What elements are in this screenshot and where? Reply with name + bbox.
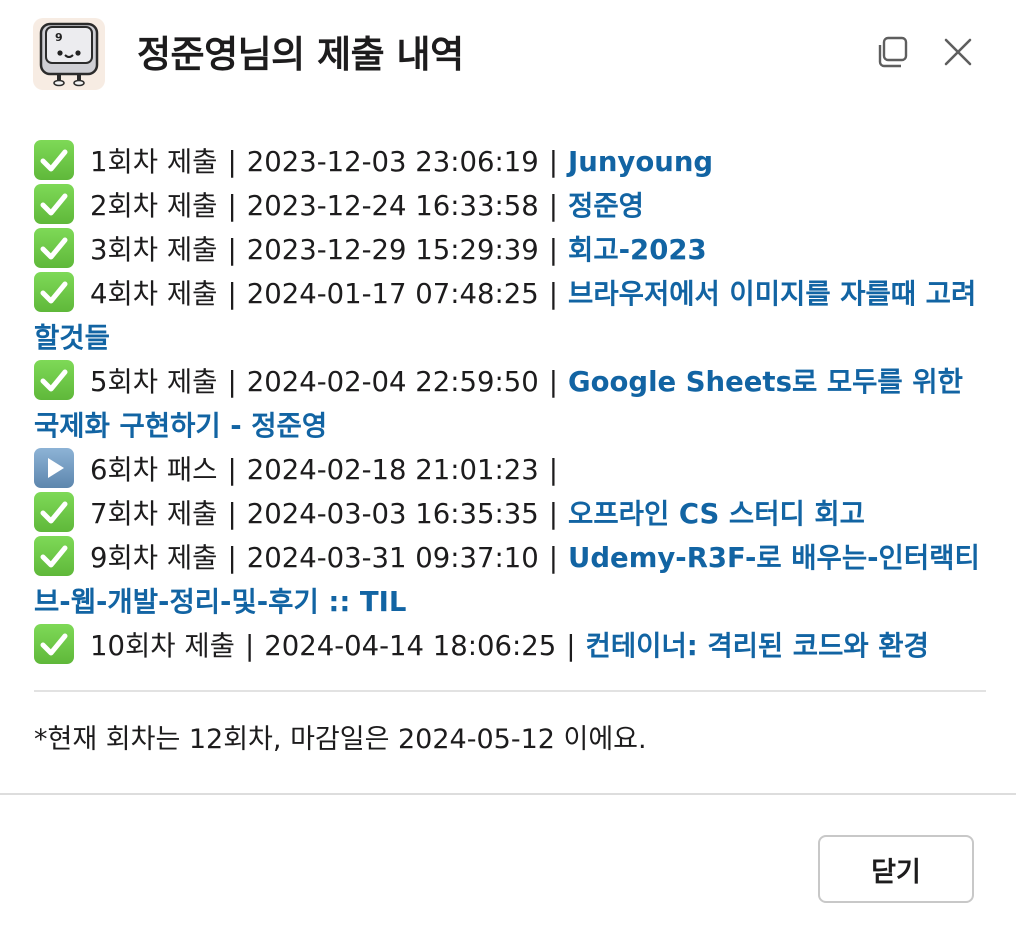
entry-datetime: 2023-12-03 23:06:19 <box>246 146 539 178</box>
entry-round: 3회차 제출 <box>90 234 218 266</box>
separator: | <box>548 498 559 530</box>
entry-round: 10회차 제출 <box>90 630 235 662</box>
entry-round: 4회차 제출 <box>90 278 218 310</box>
submission-history-modal: 9 정준영님의 제출 내역 1회차 제출 | 2023-12-03 23:06:… <box>0 0 1016 938</box>
separator: | <box>548 234 559 266</box>
submission-entry: 6회차 패스 | 2024-02-18 21:01:23 | <box>34 448 986 492</box>
entry-round: 5회차 제출 <box>90 366 218 398</box>
entry-datetime: 2024-04-14 18:06:25 <box>264 630 557 662</box>
separator: | <box>548 278 559 310</box>
check-mark-icon <box>34 624 74 664</box>
close-icon <box>941 35 975 73</box>
separator: | <box>566 630 576 662</box>
entry-post-link[interactable]: 컨테이너: 격리된 코드와 환경 <box>586 630 929 662</box>
entry-round: 6회차 패스 <box>90 454 218 486</box>
entry-datetime: 2023-12-24 16:33:58 <box>246 190 539 222</box>
deadline-note: *현재 회차는 12회차, 마감일은 2024-05-12 이에요. <box>34 724 647 755</box>
submission-entry: 4회차 제출 | 2024-01-17 07:48:25 | 브라우저에서 이미지를 자… <box>34 272 986 360</box>
submission-entry: 2회차 제출 | 2023-12-24 16:33:58 | 정준영 <box>34 184 986 228</box>
check-mark-icon <box>34 492 74 532</box>
entry-post-link[interactable]: 정준영 <box>568 190 644 222</box>
entry-round: 9회차 제출 <box>90 542 218 574</box>
entry-datetime: 2024-02-18 21:01:23 <box>246 454 539 486</box>
close-x-button[interactable] <box>938 34 978 74</box>
play-pass-icon <box>34 448 74 488</box>
check-mark-icon <box>34 536 74 576</box>
check-mark-icon <box>34 184 74 224</box>
entry-round: 2회차 제출 <box>90 190 218 222</box>
footer-divider <box>0 793 1016 795</box>
separator: | <box>227 366 237 398</box>
entry-round: 1회차 제출 <box>90 146 218 178</box>
entry-post-link[interactable]: Junyoung <box>568 146 713 178</box>
check-mark-icon <box>34 140 74 180</box>
submission-entry: 3회차 제출 | 2023-12-29 15:29:39 | 회고-2023 <box>34 228 986 272</box>
svg-text:9: 9 <box>55 31 63 44</box>
check-mark-icon <box>34 272 74 312</box>
check-mark-icon <box>34 360 74 400</box>
submission-entry: 5회차 제출 | 2024-02-04 22:59:50 | Google Sheets… <box>34 360 986 448</box>
separator: | <box>227 234 237 266</box>
separator: | <box>227 498 237 530</box>
submission-entry: 1회차 제출 | 2023-12-03 23:06:19 | Junyoung <box>34 140 986 184</box>
submission-entry: 7회차 제출 | 2024-03-03 16:35:35 | 오프라인 CS 스터디 회… <box>34 492 986 536</box>
entry-post-link[interactable]: 회고-2023 <box>568 234 707 266</box>
separator: | <box>227 146 237 178</box>
modal-header: 9 정준영님의 제출 내역 <box>0 0 1016 110</box>
submission-list: 1회차 제출 | 2023-12-03 23:06:19 | Junyoung 2회차 제… <box>34 140 986 668</box>
separator: | <box>227 278 237 310</box>
entry-datetime: 2024-03-31 09:37:10 <box>246 542 539 574</box>
entry-post-link[interactable]: 오프라인 CS 스터디 회고 <box>568 498 865 530</box>
copy-button[interactable] <box>872 34 912 74</box>
check-mark-icon <box>34 228 74 268</box>
copy-icon <box>874 34 910 74</box>
separator: | <box>227 454 237 486</box>
separator: | <box>548 366 559 398</box>
entry-datetime: 2023-12-29 15:29:39 <box>246 234 539 266</box>
separator: | <box>548 190 559 222</box>
modal-title: 정준영님의 제출 내역 <box>137 33 464 76</box>
separator: | <box>548 454 559 486</box>
separator: | <box>227 542 237 574</box>
submission-entry: 9회차 제출 | 2024-03-31 09:37:10 | Udemy-R3F-로 배… <box>34 536 986 624</box>
divider <box>34 690 986 692</box>
entry-datetime: 2024-01-17 07:48:25 <box>246 278 539 310</box>
separator: | <box>548 542 559 574</box>
separator: | <box>548 146 559 178</box>
close-button[interactable]: 닫기 <box>818 835 974 903</box>
entry-datetime: 2024-02-04 22:59:50 <box>246 366 539 398</box>
separator: | <box>227 190 237 222</box>
submission-entry: 10회차 제출 | 2024-04-14 18:06:25 | 컨테이너: 격리된 코드… <box>34 624 986 668</box>
entry-datetime: 2024-03-03 16:35:35 <box>246 498 539 530</box>
entry-round: 7회차 제출 <box>90 498 218 530</box>
separator: | <box>244 630 255 662</box>
keyboard-key-mascot-icon: 9 <box>33 18 105 90</box>
